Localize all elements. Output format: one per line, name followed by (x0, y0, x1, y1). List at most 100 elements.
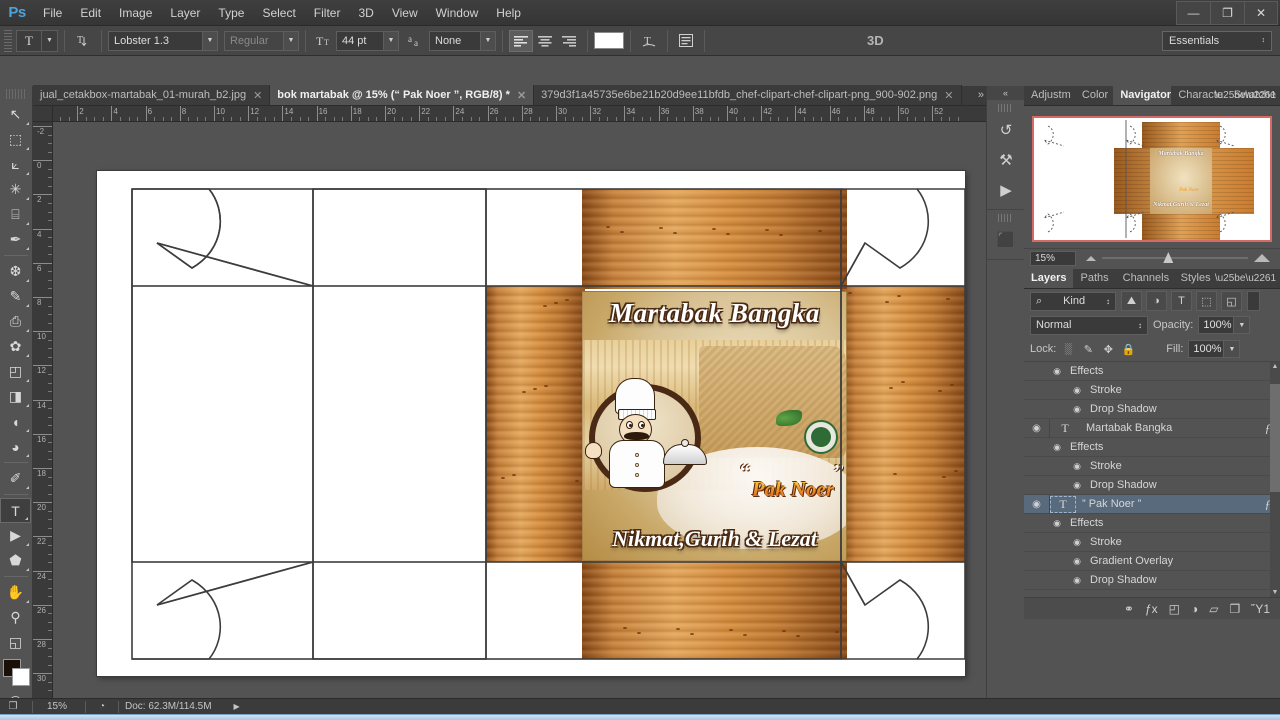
screen-mode-icon[interactable]: ❐ (0, 701, 26, 712)
menu-select[interactable]: Select (253, 0, 304, 26)
minimize-button[interactable]: — (1176, 1, 1210, 25)
layers-list[interactable]: ◉ Effects ◉ Stroke ◉ Drop Shadow ◉ T Martabak Ba… (1024, 361, 1280, 597)
menu-filter[interactable]: Filter (305, 0, 350, 26)
menu-type[interactable]: Type (209, 0, 253, 26)
scroll-up-icon[interactable]: ▲ (1270, 362, 1280, 372)
menu-3d[interactable]: 3D (349, 0, 382, 26)
layer-effect-row[interactable]: ◉ Stroke (1024, 381, 1280, 400)
panel-tab-color[interactable]: Color (1075, 85, 1113, 105)
filter-smart-objects-icon[interactable]: ◱ (1221, 291, 1242, 311)
default-colors-tool[interactable]: ◱ (0, 630, 31, 655)
quick-selection-tool[interactable]: ✳ (0, 177, 31, 202)
anti-alias-value[interactable]: None (429, 30, 481, 51)
restore-button[interactable]: ❐ (1210, 1, 1244, 25)
new-group-icon[interactable]: ▱ (1209, 602, 1218, 616)
vertical-ruler[interactable]: -2 0 2 4 6 8 10 12 14 16 18 20 22 24 26 28 30 (33, 122, 53, 698)
document-tab-1[interactable]: bok martabak @ 15% (“ Pak Noer ”, RGB/8)… (270, 85, 535, 105)
collapse-panels-icon[interactable]: « (987, 86, 1024, 100)
font-style-control[interactable]: Regular ▼ (224, 30, 299, 51)
text-color-swatch[interactable] (594, 32, 624, 49)
font-size-control[interactable]: 44 pt ▼ (336, 30, 399, 51)
effect-visibility-eye-icon[interactable]: ◉ (1070, 404, 1084, 415)
align-left-icon[interactable] (509, 29, 533, 52)
tool-preset-caret-icon[interactable]: ▼ (42, 29, 58, 52)
crop-tool[interactable]: ⌸ (0, 202, 31, 227)
clone-stamp-tool[interactable]: ⎙ (0, 309, 31, 334)
layer-name[interactable]: Effects (1064, 365, 1280, 377)
layer-row[interactable]: ◉TMartabak Bangkaƒx▲ (1024, 418, 1280, 438)
status-zoom-level[interactable]: 15% (39, 701, 79, 712)
document-tab-close-icon[interactable]: ✕ (517, 89, 526, 102)
layer-effect-row[interactable]: ◉ Stroke (1024, 533, 1280, 552)
effect-visibility-eye-icon[interactable]: ◉ (1070, 385, 1084, 396)
tools-panel-grip[interactable] (6, 89, 26, 99)
add-layer-style-icon[interactable]: ƒx (1145, 602, 1158, 616)
layer-name[interactable]: Drop Shadow (1084, 479, 1280, 491)
layer-thumbnail[interactable]: T (1050, 495, 1076, 513)
zoom-tool[interactable]: ⚲ (0, 605, 31, 630)
artboard[interactable]: Martabak Bangka “ Pak Noer ” Nikmat,Guri… (97, 171, 965, 676)
navigator-thumbnail[interactable]: Martabak Bangka Nikmat,Gurih & Lezat Pak… (1032, 116, 1272, 242)
new-fill-adjustment-layer-icon[interactable]: ◑ (1191, 602, 1198, 616)
menu-help[interactable]: Help (487, 0, 530, 26)
panel-tab-navigator[interactable]: Navigator (1113, 85, 1172, 105)
blur-tool[interactable]: ◖ (0, 409, 31, 434)
effect-visibility-eye-icon[interactable]: ◉ (1070, 480, 1084, 491)
document-tab-2[interactable]: 379d3f1a45735e6be21b20d9ee11bfdb_chef-cl… (534, 85, 962, 105)
layer-name[interactable]: Effects (1064, 517, 1280, 529)
scroll-down-icon[interactable]: ▼ (1270, 588, 1280, 597)
opacity-value[interactable]: 100% (1198, 316, 1235, 334)
filter-shape-layers-icon[interactable]: ⬚ (1196, 291, 1217, 311)
layer-name[interactable]: Martabak Bangka (1080, 422, 1265, 434)
dodge-tool[interactable]: ◕ (0, 434, 31, 459)
layer-name[interactable]: Gradient Overlay (1084, 555, 1280, 567)
panel-tab-paths[interactable]: Paths (1073, 268, 1115, 288)
ruler-corner[interactable] (33, 106, 53, 122)
effect-visibility-eye-icon[interactable]: ◉ (1050, 442, 1064, 453)
rail-group-grip[interactable] (998, 214, 1013, 222)
panel-tab-adjustm[interactable]: Adjustm (1024, 85, 1075, 105)
status-expand-arrow-icon[interactable]: ▶ (234, 702, 240, 711)
layer-name[interactable]: Stroke (1084, 384, 1280, 396)
rail-group-grip[interactable] (998, 104, 1013, 112)
effect-visibility-eye-icon[interactable]: ◉ (1050, 366, 1064, 377)
rectangular-marquee-tool[interactable]: ⬚ (0, 127, 31, 152)
lock-all-icon[interactable]: 🔒 (1121, 343, 1135, 356)
custom-shape-tool[interactable]: ⬟ (0, 548, 31, 573)
font-size-value[interactable]: 44 pt (336, 30, 384, 51)
layer-name[interactable]: Effects (1064, 441, 1280, 453)
effect-visibility-eye-icon[interactable]: ◉ (1070, 537, 1084, 548)
layer-row[interactable]: ◉T” Pak Noer ”ƒx▲ (1024, 494, 1280, 514)
menu-edit[interactable]: Edit (71, 0, 110, 26)
layers-scrollbar[interactable]: ▲ ▼ (1270, 362, 1280, 597)
layer-name[interactable]: Drop Shadow (1084, 403, 1280, 415)
opacity-dropdown-icon[interactable]: ▼ (1234, 316, 1251, 334)
path-selection-tool[interactable]: ▶ (0, 523, 31, 548)
document-tab-close-icon[interactable]: ✕ (253, 89, 262, 102)
menu-file[interactable]: File (34, 0, 71, 26)
layer-effect-row[interactable]: ◉ Effects (1024, 362, 1280, 381)
font-family-control[interactable]: Lobster 1.3 ▼ (108, 30, 218, 51)
font-style-value[interactable]: Regular (224, 30, 284, 51)
layer-effect-row[interactable]: ◉ Drop Shadow (1024, 400, 1280, 419)
navigator-zoom-value[interactable]: 15% (1030, 250, 1076, 266)
filter-type-layers-icon[interactable]: T (1171, 291, 1192, 311)
zoom-out-icon[interactable] (1086, 255, 1096, 261)
pen-tool[interactable]: ✐ (0, 466, 31, 491)
hand-tool[interactable]: ✋ (0, 580, 31, 605)
spot-healing-brush-tool[interactable]: ❆ (0, 259, 31, 284)
delete-layer-icon[interactable]: Ὕ1 (1251, 602, 1270, 616)
font-size-dropdown-icon[interactable]: ▼ (384, 30, 399, 51)
lock-position-icon[interactable]: ✥ (1101, 343, 1115, 356)
document-preview-icon[interactable]: ◔ (92, 701, 112, 712)
text-orientation-icon[interactable]: T (71, 30, 95, 52)
background-color-swatch[interactable] (12, 668, 30, 686)
navigator-zoom-slider[interactable] (1102, 252, 1248, 263)
anti-alias-dropdown-icon[interactable]: ▼ (481, 30, 496, 51)
warp-text-icon[interactable]: T (637, 30, 661, 52)
zoom-in-icon[interactable] (1254, 254, 1270, 262)
gradient-tool[interactable]: ◨ (0, 384, 31, 409)
tab-overflow-button[interactable]: » (978, 89, 984, 101)
workspace-selector[interactable]: Essentials ↕ (1162, 30, 1272, 51)
blend-mode-select[interactable]: Normal ↕ (1030, 315, 1148, 335)
